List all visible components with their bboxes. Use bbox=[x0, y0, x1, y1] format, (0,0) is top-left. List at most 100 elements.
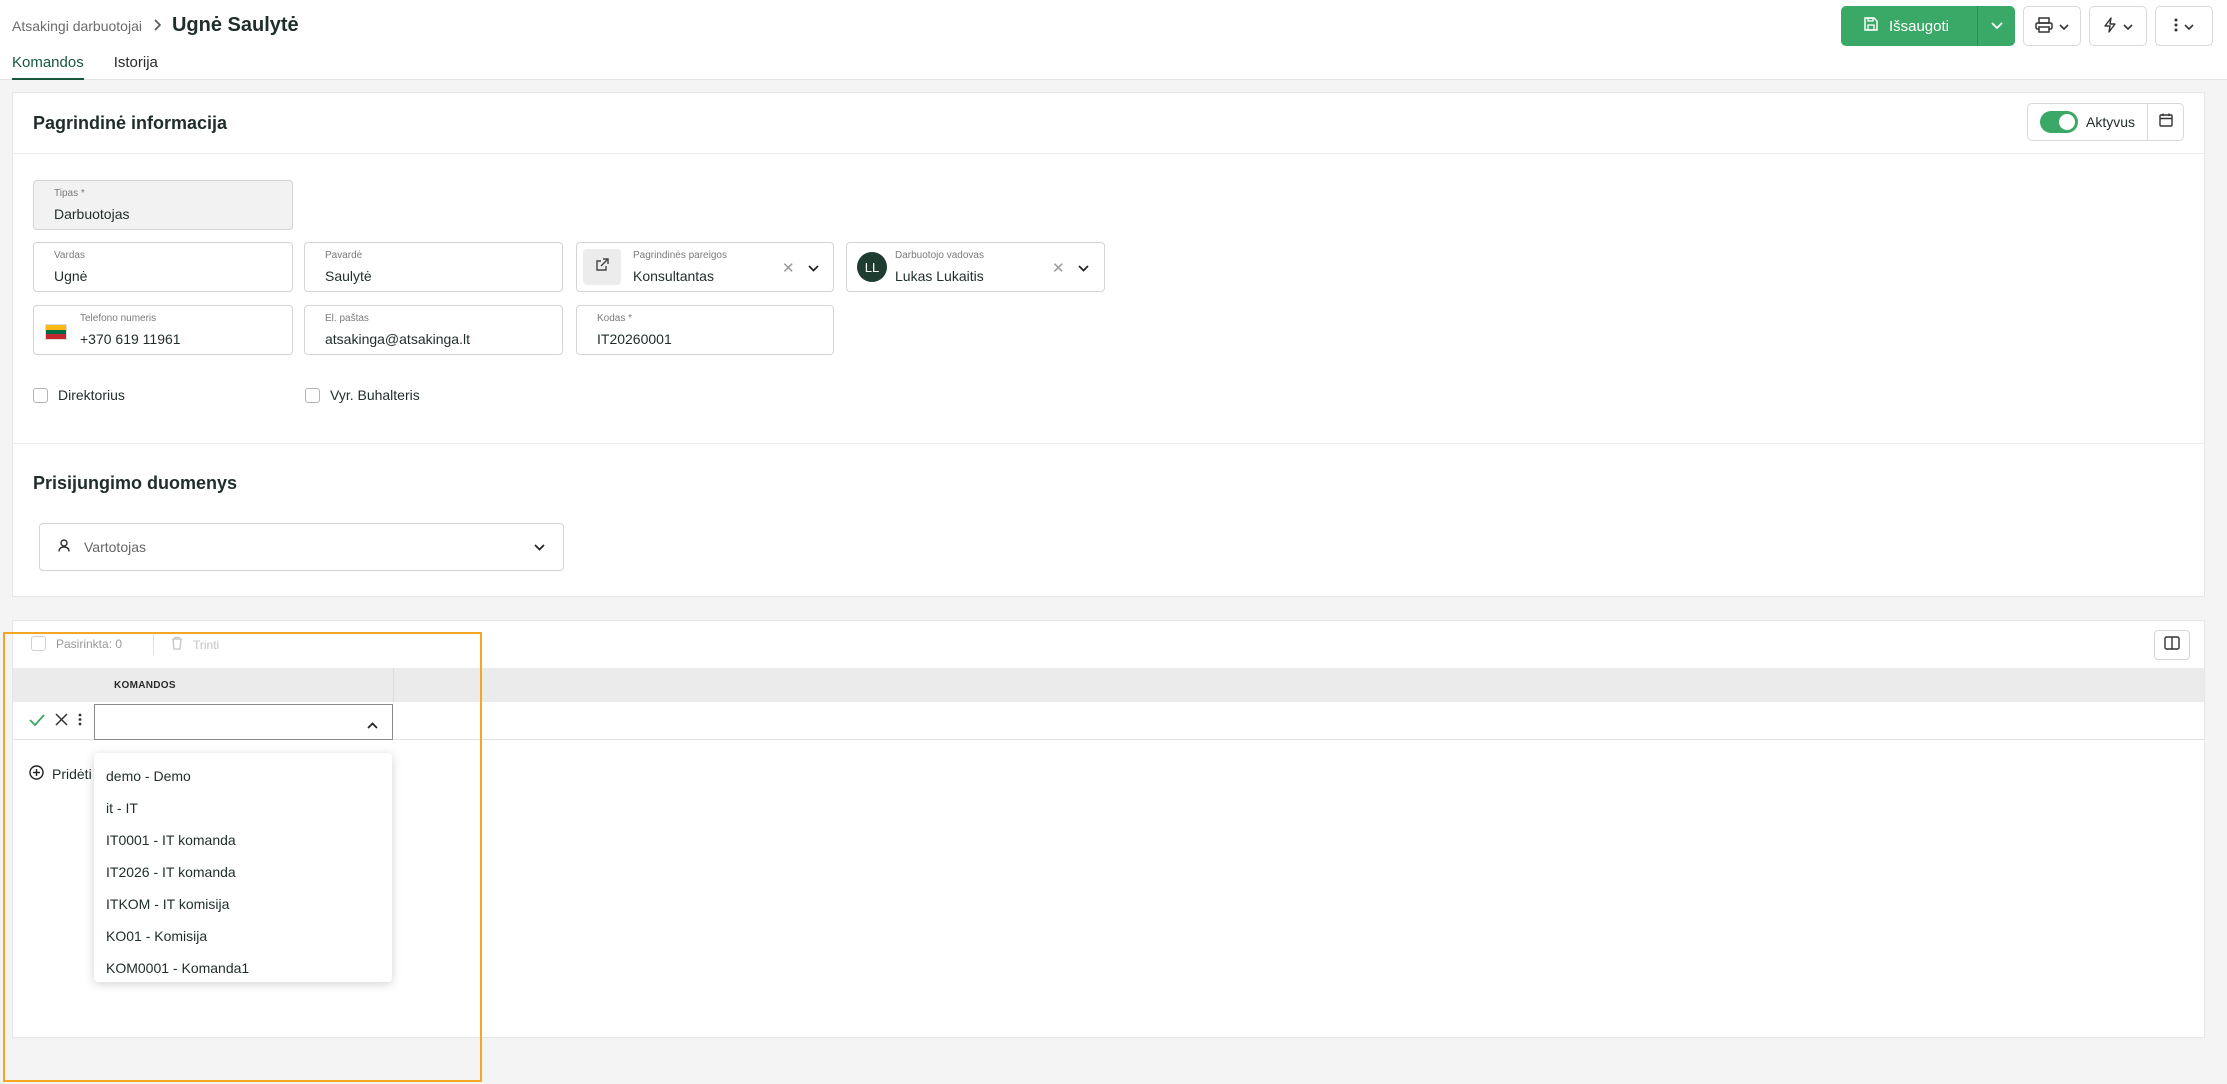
email-field[interactable]: El. paštas atsakinga@atsakinga.lt bbox=[304, 305, 563, 355]
user-select[interactable]: Vartotojas bbox=[39, 523, 564, 571]
header-actions: Išsaugoti bbox=[1840, 6, 2213, 46]
chevron-down-icon[interactable] bbox=[808, 260, 819, 278]
director-checkbox[interactable]: Direktorius bbox=[33, 387, 125, 403]
chevron-right-icon bbox=[152, 18, 162, 34]
first-name-label: Vardas bbox=[54, 250, 85, 261]
team-select-input[interactable] bbox=[94, 704, 393, 740]
save-button[interactable]: Išsaugoti bbox=[1840, 6, 1977, 46]
chevron-down-icon[interactable] bbox=[1078, 260, 1089, 278]
first-name-value: Ugnė bbox=[54, 268, 88, 284]
basic-info-title: Pagrindinė informacija bbox=[33, 113, 228, 133]
phone-label: Telefono numeris bbox=[80, 313, 157, 324]
tab-istorija[interactable]: Istorija bbox=[114, 54, 158, 80]
page-header: Atsakingi darbuotojai Ugnė Saulytė Koman… bbox=[0, 0, 2227, 80]
dropdown-option[interactable]: KO01 - Komisija bbox=[94, 920, 392, 952]
divider bbox=[13, 443, 2204, 444]
email-label: El. paštas bbox=[325, 313, 369, 324]
breadcrumb: Atsakingi darbuotojai Ugnė Saulytė bbox=[12, 14, 299, 37]
divider bbox=[153, 633, 154, 655]
checkbox[interactable] bbox=[33, 387, 48, 403]
position-label: Pagrindinės pareigos bbox=[633, 250, 727, 261]
chevron-down-icon bbox=[534, 539, 545, 555]
email-value: atsakinga@atsakinga.lt bbox=[325, 331, 470, 347]
dropdown-option[interactable]: it - IT bbox=[94, 792, 392, 824]
printer-icon bbox=[2035, 16, 2053, 36]
plus-circle-icon bbox=[29, 765, 44, 783]
close-icon[interactable] bbox=[55, 713, 68, 731]
column-separator[interactable] bbox=[393, 668, 394, 702]
save-button-group: Išsaugoti bbox=[1840, 6, 2015, 46]
chevron-down-icon bbox=[1990, 17, 2003, 35]
lithuania-flag-icon[interactable] bbox=[45, 324, 67, 340]
manager-select[interactable]: LL Darbuotojo vadovas Lukas Lukaitis ✕ bbox=[846, 242, 1105, 292]
chief-accountant-checkbox[interactable]: Vyr. Buhalteris bbox=[305, 387, 420, 403]
phone-value: +370 619 11961 bbox=[80, 331, 181, 347]
dropdown-option[interactable]: KOM0001 - Komanda1 bbox=[94, 952, 392, 984]
table-row bbox=[13, 702, 2204, 740]
first-name-field[interactable]: Vardas Ugnė bbox=[33, 242, 293, 292]
dropdown-option[interactable]: demo - Demo bbox=[94, 760, 392, 792]
type-label: Tipas * bbox=[54, 188, 85, 199]
more-options-button[interactable] bbox=[2155, 6, 2213, 46]
tabs: Komandos Istorija bbox=[12, 54, 158, 80]
grid-toolbar: Pasirinkta: 0 Trinti bbox=[13, 621, 2204, 669]
status-group: Aktyvus bbox=[2026, 103, 2184, 141]
delete-button[interactable]: Trinti bbox=[171, 636, 219, 653]
grid-header: KOMANDOS bbox=[13, 668, 2204, 702]
chevron-up-icon[interactable] bbox=[367, 716, 378, 734]
selected-count: Pasirinkta: 0 bbox=[56, 636, 123, 651]
basic-info-card: Pagrindinė informacija Aktyvus Tipas * D… bbox=[12, 92, 2205, 597]
page-title: Ugnė Saulytė bbox=[171, 14, 299, 36]
clear-icon[interactable]: ✕ bbox=[782, 259, 795, 277]
code-value: IT20260001 bbox=[597, 331, 672, 347]
type-value: Darbuotojas bbox=[54, 206, 130, 222]
code-field[interactable]: Kodas * IT20260001 bbox=[576, 305, 834, 355]
save-options-button[interactable] bbox=[1977, 6, 2015, 46]
chief-accountant-label: Vyr. Buhalteris bbox=[330, 387, 420, 403]
row-actions bbox=[29, 713, 82, 731]
phone-field[interactable]: Telefono numeris +370 619 11961 bbox=[33, 305, 293, 355]
position-select[interactable]: Pagrindinės pareigos Konsultantas ✕ bbox=[576, 242, 834, 292]
column-header-teams[interactable]: KOMANDOS bbox=[114, 680, 176, 691]
breadcrumb-parent-link[interactable]: Atsakingi darbuotojai bbox=[12, 18, 142, 34]
last-name-value: Saulytė bbox=[325, 268, 372, 284]
active-toggle[interactable]: Aktyvus bbox=[2028, 104, 2147, 140]
avatar: LL bbox=[857, 252, 887, 282]
user-placeholder: Vartotojas bbox=[84, 539, 146, 555]
actions-button[interactable] bbox=[2089, 6, 2147, 46]
print-button[interactable] bbox=[2023, 6, 2081, 46]
calendar-button[interactable] bbox=[2147, 104, 2183, 140]
lightning-icon bbox=[2103, 16, 2117, 36]
dropdown-option[interactable]: ITKOM - IT komisija bbox=[94, 888, 392, 920]
delete-label: Trinti bbox=[193, 637, 220, 652]
columns-icon bbox=[2164, 635, 2180, 655]
dropdown-option[interactable]: IT2026 - IT komanda bbox=[94, 856, 392, 888]
open-position-button[interactable] bbox=[583, 249, 621, 285]
chevron-down-icon bbox=[2123, 18, 2133, 34]
select-all-checkbox[interactable] bbox=[31, 636, 46, 651]
last-name-field[interactable]: Pavardė Saulytė bbox=[304, 242, 563, 292]
add-row-label: Pridėti bbox=[52, 766, 92, 782]
add-row-button[interactable]: Pridėti bbox=[29, 765, 92, 783]
type-field[interactable]: Tipas * Darbuotojas bbox=[33, 180, 293, 230]
user-icon bbox=[58, 539, 70, 555]
chevron-down-icon bbox=[2059, 18, 2069, 34]
check-icon[interactable] bbox=[29, 713, 45, 731]
manager-value: Lukas Lukaitis bbox=[895, 268, 984, 284]
columns-button[interactable] bbox=[2154, 630, 2190, 660]
toggle-switch bbox=[2039, 111, 2078, 133]
login-section-title: Prisijungimo duomenys bbox=[33, 473, 238, 493]
more-vertical-icon[interactable] bbox=[78, 713, 82, 731]
divider bbox=[13, 153, 2204, 154]
save-button-label: Išsaugoti bbox=[1888, 17, 1949, 35]
trash-icon bbox=[171, 636, 183, 653]
code-label: Kodas * bbox=[597, 313, 633, 324]
external-link-icon bbox=[595, 257, 609, 277]
select-all[interactable]: Pasirinkta: 0 bbox=[31, 636, 122, 651]
calendar-icon bbox=[2158, 113, 2173, 132]
clear-icon[interactable]: ✕ bbox=[1052, 259, 1065, 277]
checkbox[interactable] bbox=[305, 387, 320, 403]
tab-komandos[interactable]: Komandos bbox=[12, 54, 84, 80]
more-vertical-icon bbox=[2174, 18, 2178, 35]
dropdown-option[interactable]: IT0001 - IT komanda bbox=[94, 824, 392, 856]
